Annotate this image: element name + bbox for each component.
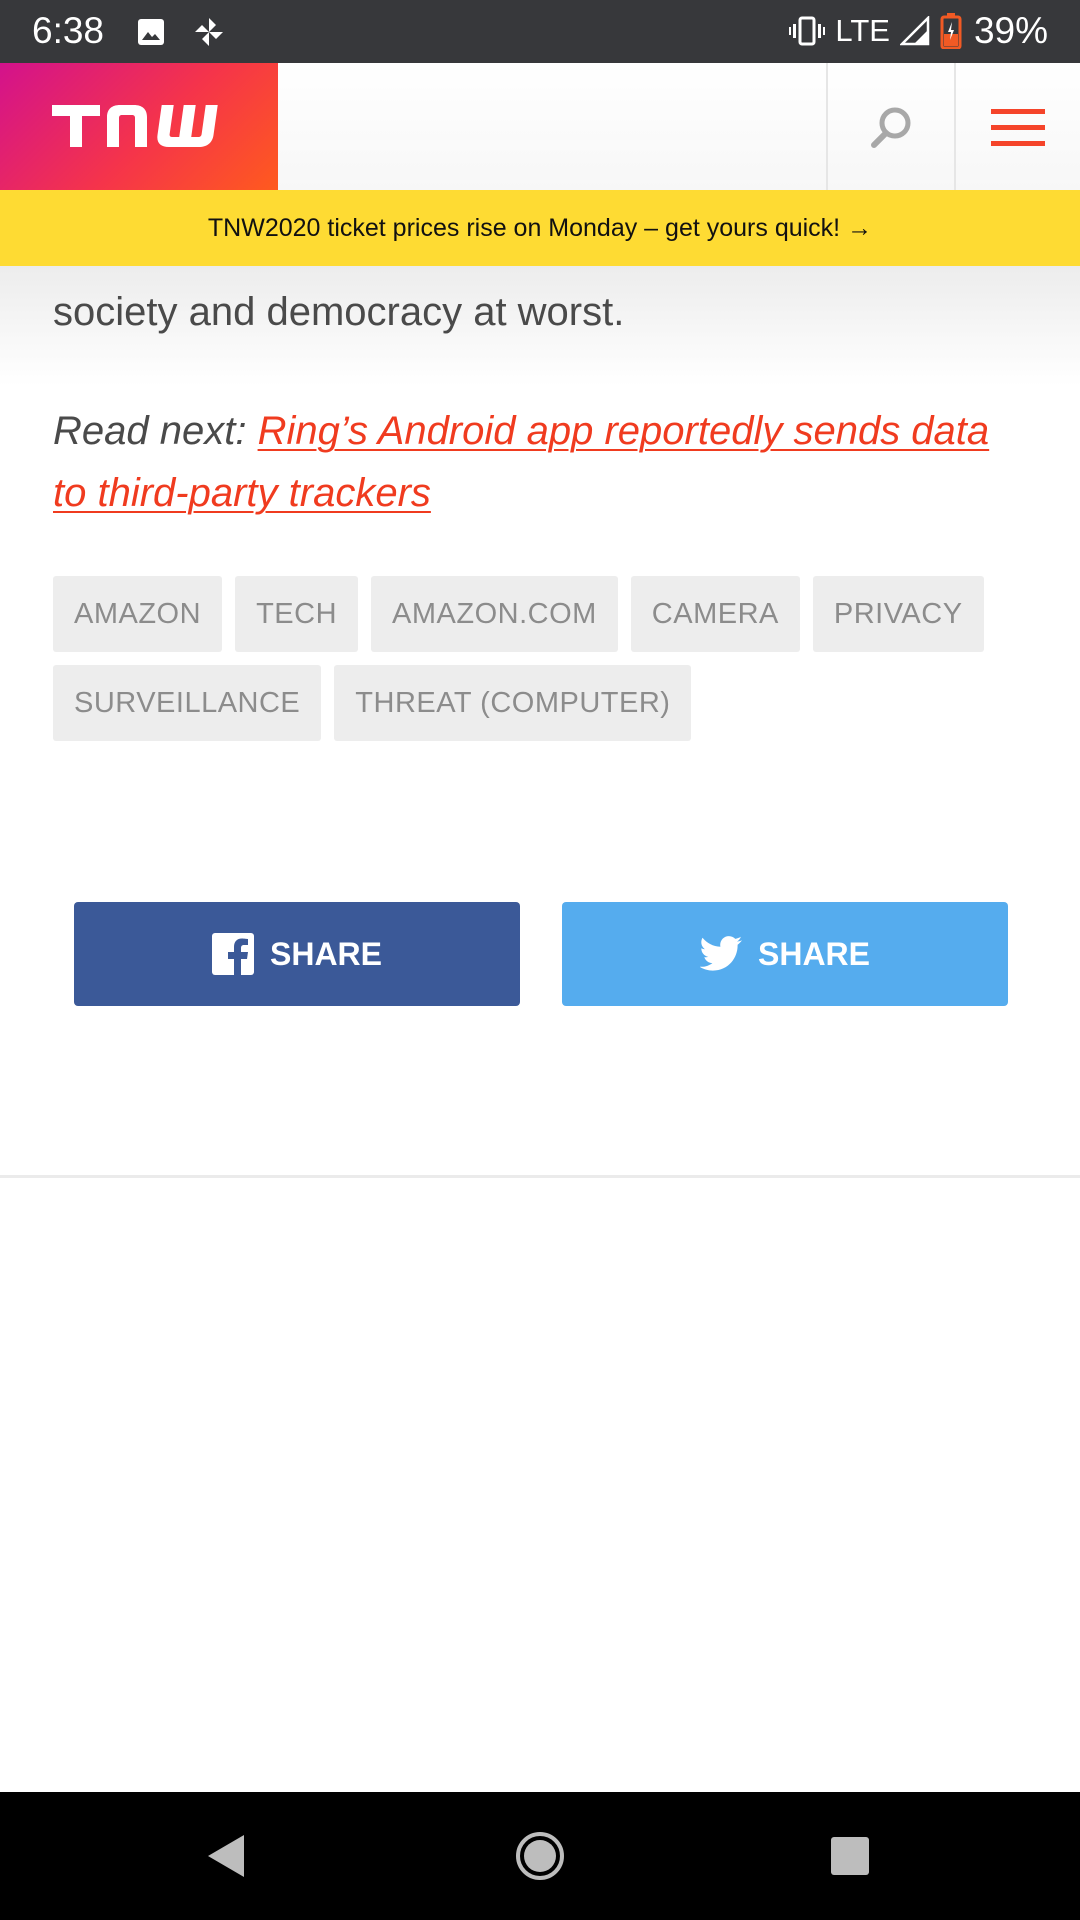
tag-privacy[interactable]: PRIVACY (812, 576, 984, 652)
tag-threat-computer[interactable]: THREAT (COMPUTER) (334, 665, 692, 741)
article-closing-text: society and democracy at worst. (53, 290, 625, 334)
search-button[interactable] (828, 63, 954, 190)
recents-icon (831, 1837, 869, 1875)
twitter-share-button[interactable]: SHARE (562, 902, 1008, 1006)
signal-icon (899, 16, 930, 46)
facebook-share-label: SHARE (269, 935, 382, 972)
image-icon (138, 19, 164, 45)
twitter-share-label: SHARE (757, 935, 870, 972)
network-type: LTE (835, 13, 890, 48)
tnw-logo-mark (52, 105, 218, 147)
facebook-share-button[interactable]: SHARE (74, 902, 520, 1006)
battery-percent: 39% (973, 10, 1048, 51)
home-icon (516, 1832, 564, 1880)
home-button[interactable] (460, 1792, 620, 1920)
section-divider (0, 1175, 1080, 1178)
read-next-link-line2: to third-party trackers (53, 471, 431, 515)
promo-banner[interactable]: TNW2020 ticket prices rise on Monday – g… (0, 190, 1080, 266)
status-right-group: LTE 39% (789, 10, 1048, 52)
pinwheel-icon (195, 18, 223, 46)
tag-list: AMAZON TECH AMAZON.COM CAMERA PRIVACY SU… (53, 576, 1033, 741)
tag-amazon[interactable]: AMAZON (53, 576, 223, 652)
tag-tech[interactable]: TECH (235, 576, 359, 652)
search-icon (871, 107, 911, 148)
read-next-label: Read next: (53, 409, 258, 453)
status-time: 6:38 (32, 10, 105, 51)
read-next-link-line1: Ring’s Android app reportedly sends data (257, 409, 990, 453)
back-button[interactable] (146, 1792, 306, 1920)
tag-surveillance[interactable]: SURVEILLANCE (53, 665, 322, 741)
vibrate-icon (789, 16, 826, 46)
read-next: Read next: Ring’s Android app reportedly… (53, 400, 1013, 524)
menu-icon (991, 108, 1045, 146)
tag-amazon-com[interactable]: AMAZON.COM (371, 576, 618, 652)
menu-button[interactable] (956, 63, 1080, 190)
promo-text: TNW2020 ticket prices rise on Monday – g… (207, 213, 873, 242)
twitter-icon (699, 936, 742, 971)
battery-icon (940, 13, 962, 49)
tag-camera[interactable]: CAMERA (630, 576, 800, 652)
site-header (0, 63, 1080, 190)
android-nav-bar (0, 1792, 1080, 1920)
back-icon (208, 1835, 244, 1877)
recents-button[interactable] (770, 1792, 930, 1920)
facebook-icon (211, 933, 254, 975)
status-bar: 6:38 LTE 39% (0, 0, 1080, 63)
tnw-logo[interactable] (0, 63, 278, 190)
